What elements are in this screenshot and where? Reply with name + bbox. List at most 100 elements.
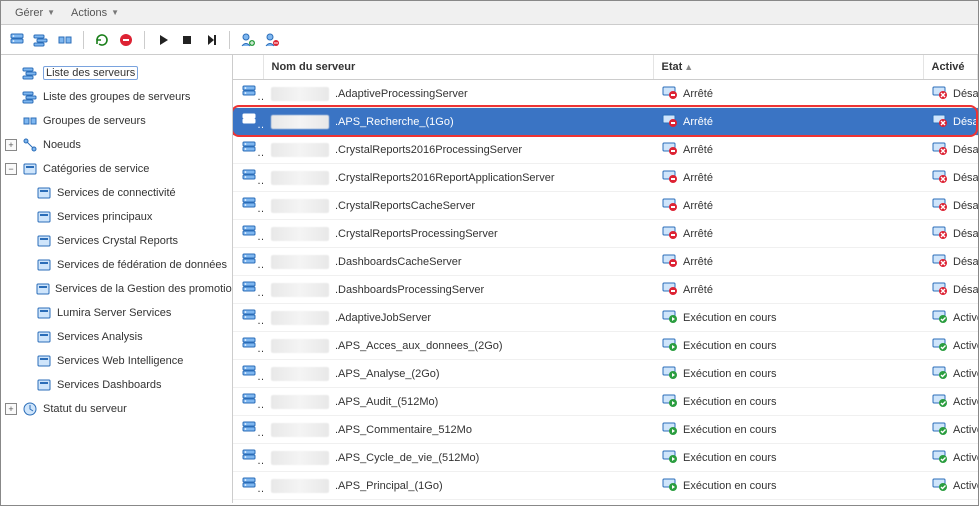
tree-server-list[interactable]: Liste des serveurs xyxy=(1,61,232,85)
main-panel: Liste des serveurs Liste des groupes de … xyxy=(1,55,978,503)
menu-actions[interactable]: Actions ▼ xyxy=(63,7,127,19)
disable-button[interactable] xyxy=(116,30,136,50)
table-row[interactable]: .APS_Commentaire_512MoExécution en cours… xyxy=(233,416,978,444)
tree-label: Noeuds xyxy=(43,139,81,151)
table-row[interactable]: .APS_Principal_(1Go)Exécution en coursAc… xyxy=(233,472,978,500)
enabled-icon xyxy=(931,420,947,439)
tree-panel: Liste des serveurs Liste des groupes de … xyxy=(1,55,233,503)
tree-nodes[interactable]: + Noeuds xyxy=(1,133,232,157)
table-row[interactable]: .APS_Cycle_de_vie_(512Mo)Exécution en co… xyxy=(233,444,978,472)
table-row[interactable]: .APS_Recherche_(1Go)ArrêtéDésactivé xyxy=(233,108,978,136)
tree-svc-core[interactable]: Services principaux xyxy=(1,205,232,229)
tree-svc-dashboards[interactable]: Services Dashboards xyxy=(1,373,232,397)
table-row[interactable]: .APS_Analyse_(2Go)Exécution en coursActi… xyxy=(233,360,978,388)
server-enabled: Activé xyxy=(953,396,978,408)
start-button[interactable] xyxy=(153,30,173,50)
server-name: .APS_Commentaire_512Mo xyxy=(335,424,472,436)
state-icon xyxy=(661,448,677,467)
col-header-state[interactable]: Etat▲ xyxy=(653,55,923,80)
server-name: .DashboardsCacheServer xyxy=(335,256,462,268)
new-group-button[interactable] xyxy=(31,30,51,50)
tree-label: Catégories de service xyxy=(43,163,149,175)
col-header-icon[interactable] xyxy=(233,55,263,80)
tree-svc-lumira[interactable]: Lumira Server Services xyxy=(1,301,232,325)
restart-button[interactable] xyxy=(201,30,221,50)
new-server-button[interactable] xyxy=(7,30,27,50)
server-enabled: Désactivé xyxy=(953,256,978,268)
col-header-enabled[interactable]: Activé xyxy=(923,55,978,80)
redacted-prefix xyxy=(271,423,329,437)
server-state: Exécution en cours xyxy=(683,340,777,352)
server-icon xyxy=(241,175,257,187)
tree-svc-analysis[interactable]: Services Analysis xyxy=(1,325,232,349)
server-enabled: Désactivé xyxy=(953,284,978,296)
tree-svc-promotion[interactable]: Services de la Gestion des promotions xyxy=(1,277,232,301)
menu-manage[interactable]: Gérer ▼ xyxy=(7,7,63,19)
state-icon xyxy=(661,280,677,299)
tree-server-groups[interactable]: Groupes de serveurs xyxy=(1,109,232,133)
table-row[interactable]: .AdaptiveJobServerExécution en coursActi… xyxy=(233,304,978,332)
table-row[interactable]: .CrystalReportsProcessingServerArrêtéDés… xyxy=(233,220,978,248)
expander-icon[interactable]: − xyxy=(5,163,17,175)
redacted-prefix xyxy=(271,199,329,213)
add-user-button[interactable] xyxy=(238,30,258,50)
tree-svc-crystal[interactable]: Services Crystal Reports xyxy=(1,229,232,253)
enabled-icon xyxy=(931,224,947,243)
redacted-prefix xyxy=(271,255,329,269)
table-row[interactable]: .CrystalReportsCacheServerArrêtéDésactiv… xyxy=(233,192,978,220)
menubar: Gérer ▼ Actions ▼ xyxy=(1,1,978,25)
server-name: .APS_Audit_(512Mo) xyxy=(335,396,438,408)
state-icon xyxy=(661,308,677,327)
tree-svc-federation[interactable]: Services de fédération de données xyxy=(1,253,232,277)
server-icon xyxy=(241,287,257,299)
state-icon xyxy=(661,364,677,383)
enabled-icon xyxy=(931,84,947,103)
caret-down-icon: ▼ xyxy=(111,8,119,17)
server-icon xyxy=(241,203,257,215)
tree-server-status[interactable]: + Statut du serveur xyxy=(1,397,232,421)
tree-svc-webi[interactable]: Services Web Intelligence xyxy=(1,349,232,373)
state-icon xyxy=(661,168,677,187)
tree-server-groups-list[interactable]: Liste des groupes de serveurs xyxy=(1,85,232,109)
table-row[interactable]: .AdaptiveProcessingServerArrêtéDésactivé xyxy=(233,80,978,108)
server-state: Arrêté xyxy=(683,88,713,100)
table-row[interactable]: .APS_Audit_(512Mo)Exécution en coursActi… xyxy=(233,388,978,416)
table-row[interactable]: .APS_Acces_aux_donnees_(2Go)Exécution en… xyxy=(233,332,978,360)
stop-button[interactable] xyxy=(177,30,197,50)
clone-button[interactable] xyxy=(55,30,75,50)
server-name: .CrystalReports2016ReportApplicationServ… xyxy=(335,172,555,184)
server-enabled: Désactivé xyxy=(953,228,978,240)
server-enabled: Désactivé xyxy=(953,116,978,128)
node-icon xyxy=(21,137,39,153)
table-row[interactable]: .CrystalReports2016ProcessingServerArrêt… xyxy=(233,136,978,164)
category-icon xyxy=(35,353,53,369)
tree-service-categories[interactable]: − Catégories de service xyxy=(1,157,232,181)
server-name: .AdaptiveProcessingServer xyxy=(335,88,468,100)
tree-label: Services de fédération de données xyxy=(57,259,227,271)
col-header-name[interactable]: Nom du serveur xyxy=(263,55,653,80)
server-enabled: Désactivé xyxy=(953,200,978,212)
server-icon xyxy=(241,427,257,439)
table-row[interactable]: .CrystalReports2016ReportApplicationServ… xyxy=(233,164,978,192)
enabled-icon xyxy=(931,392,947,411)
expander-icon[interactable]: + xyxy=(5,139,17,151)
enabled-icon xyxy=(931,252,947,271)
table-row[interactable]: .DashboardsCacheServerArrêtéDésactivé xyxy=(233,248,978,276)
expander-icon[interactable]: + xyxy=(5,403,17,415)
tree-svc-connectivity[interactable]: Services de connectivité xyxy=(1,181,232,205)
server-table: Nom du serveur Etat▲ Activé .AdaptivePro… xyxy=(233,55,978,503)
server-icon xyxy=(241,371,257,383)
server-name: .AdaptiveJobServer xyxy=(335,312,431,324)
server-state: Arrêté xyxy=(683,172,713,184)
redacted-prefix xyxy=(271,367,329,381)
tree-label: Services Analysis xyxy=(57,331,143,343)
enabled-icon xyxy=(931,196,947,215)
table-row[interactable]: .DashboardsProcessingServerArrêtéDésacti… xyxy=(233,276,978,304)
table-row[interactable]: .APS_Web_Intelligence_(4Go)Exécution en … xyxy=(233,500,978,504)
server-enabled: Désactivé xyxy=(953,172,978,184)
category-icon xyxy=(35,377,53,393)
remove-user-button[interactable] xyxy=(262,30,282,50)
enable-button[interactable] xyxy=(92,30,112,50)
tree-label: Liste des groupes de serveurs xyxy=(43,91,190,103)
server-enabled: Activé xyxy=(953,312,978,324)
